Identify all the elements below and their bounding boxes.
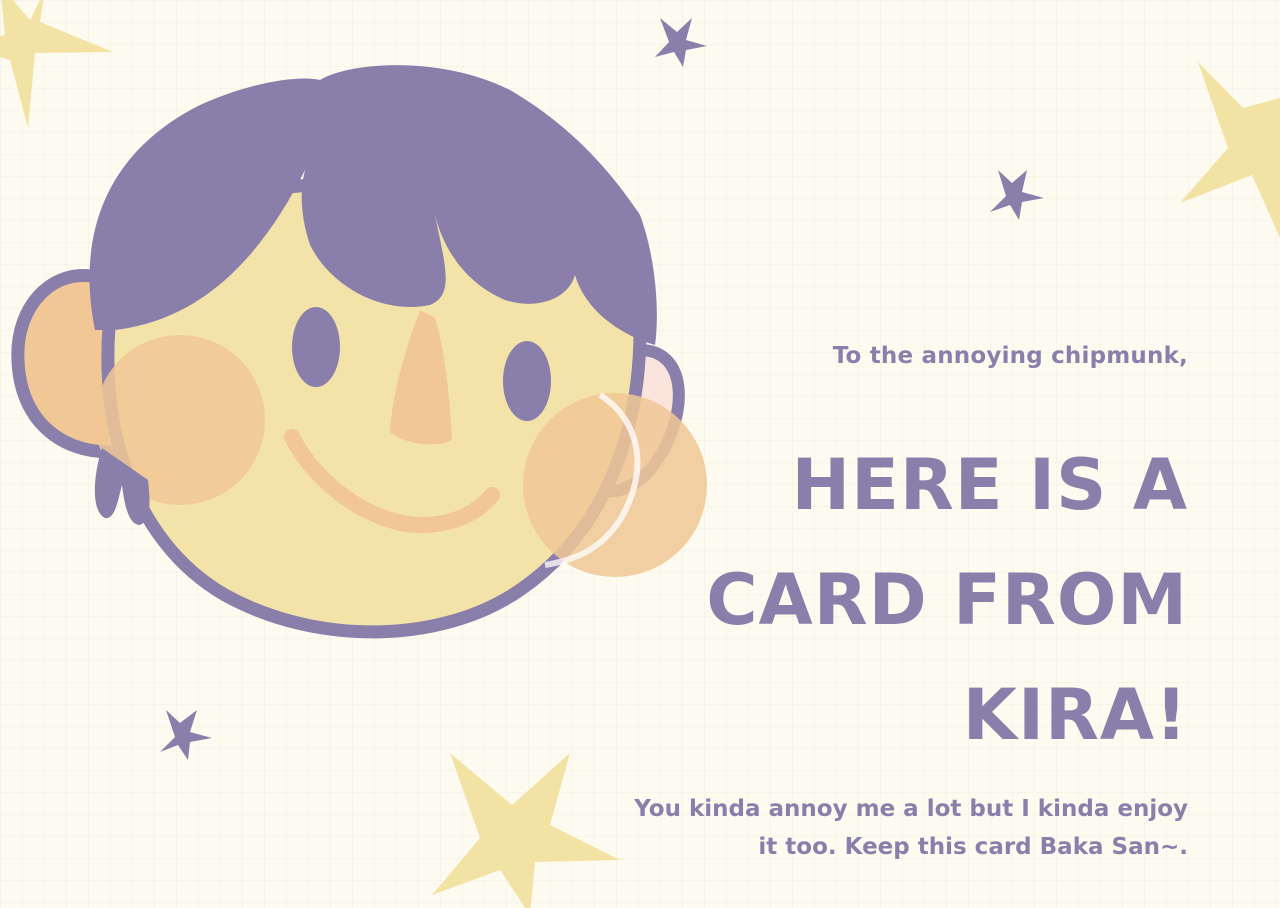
star-icon	[990, 170, 1044, 220]
smiling-face-illustration	[11, 65, 707, 639]
greeting-card: To the annoying chipmunk, HERE IS A CARD…	[0, 0, 1280, 908]
star-icon	[160, 710, 212, 760]
headline-line: KIRA!	[962, 674, 1188, 756]
card-message: You kinda annoy me a lot but I kinda enj…	[588, 790, 1188, 866]
star-icon	[0, 0, 113, 128]
card-headline: HERE IS A CARD FROM KIRA!	[668, 428, 1188, 773]
headline-line: HERE IS A	[791, 444, 1188, 526]
message-line: You kinda annoy me a lot but I kinda enj…	[634, 796, 1188, 822]
headline-line: CARD FROM	[706, 559, 1188, 641]
star-icon	[1180, 62, 1280, 238]
star-icon	[655, 18, 707, 67]
card-greeting: To the annoying chipmunk,	[832, 343, 1188, 369]
message-line: it too. Keep this card Baka San~.	[758, 834, 1188, 860]
